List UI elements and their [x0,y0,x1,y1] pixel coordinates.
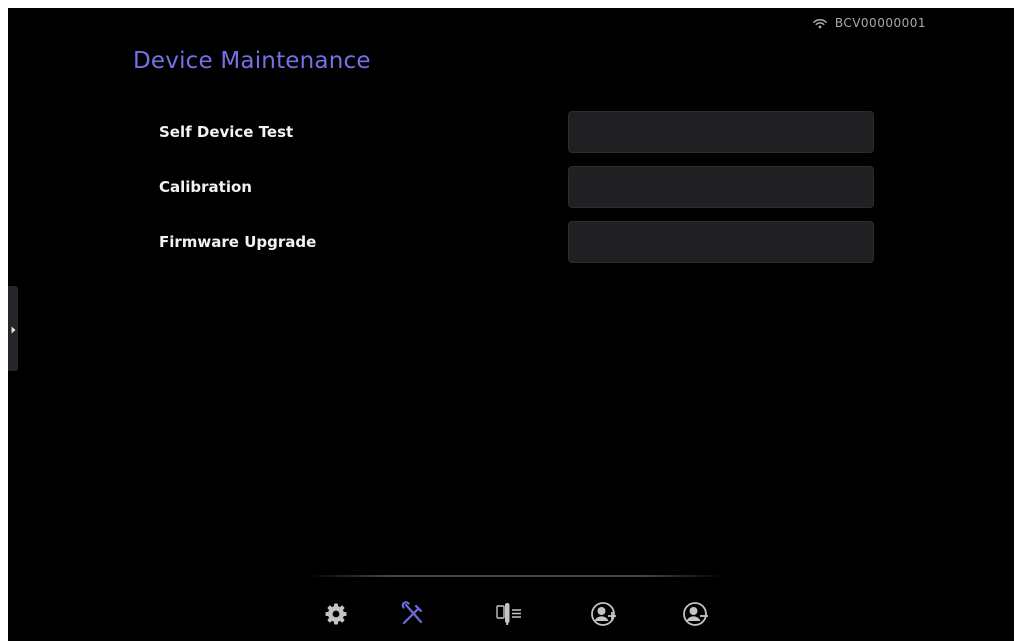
device-id: BCV00000001 [834,16,926,30]
caret-right-icon [11,319,16,338]
remove-user-icon [682,600,710,628]
maintenance-button[interactable] [393,594,433,634]
calibration-row: Calibration [159,166,875,208]
calibration-button[interactable] [568,166,874,208]
self-device-test-button[interactable] [568,111,874,153]
device-list-icon [495,601,523,627]
self-device-test-label: Self Device Test [159,123,294,141]
self-device-test-row: Self Device Test [159,111,875,153]
tools-icon [400,601,426,627]
remove-user-button[interactable] [676,594,716,634]
nav-divider [306,575,726,577]
device-screen: BCV00000001 Device Maintenance Self Devi… [8,8,1014,641]
device-info-button[interactable] [489,594,529,634]
settings-button[interactable] [316,594,356,634]
add-user-button[interactable] [584,594,624,634]
page-title: Device Maintenance [133,48,371,74]
firmware-upgrade-button[interactable] [568,221,874,263]
calibration-label: Calibration [159,178,252,196]
gear-icon [324,602,348,626]
wifi-icon [813,18,827,29]
firmware-upgrade-row: Firmware Upgrade [159,221,875,263]
firmware-upgrade-label: Firmware Upgrade [159,233,317,251]
add-user-icon [590,600,618,628]
side-panel-toggle[interactable] [8,286,18,371]
status-bar: BCV00000001 [813,16,926,30]
bottom-nav [8,594,1014,634]
